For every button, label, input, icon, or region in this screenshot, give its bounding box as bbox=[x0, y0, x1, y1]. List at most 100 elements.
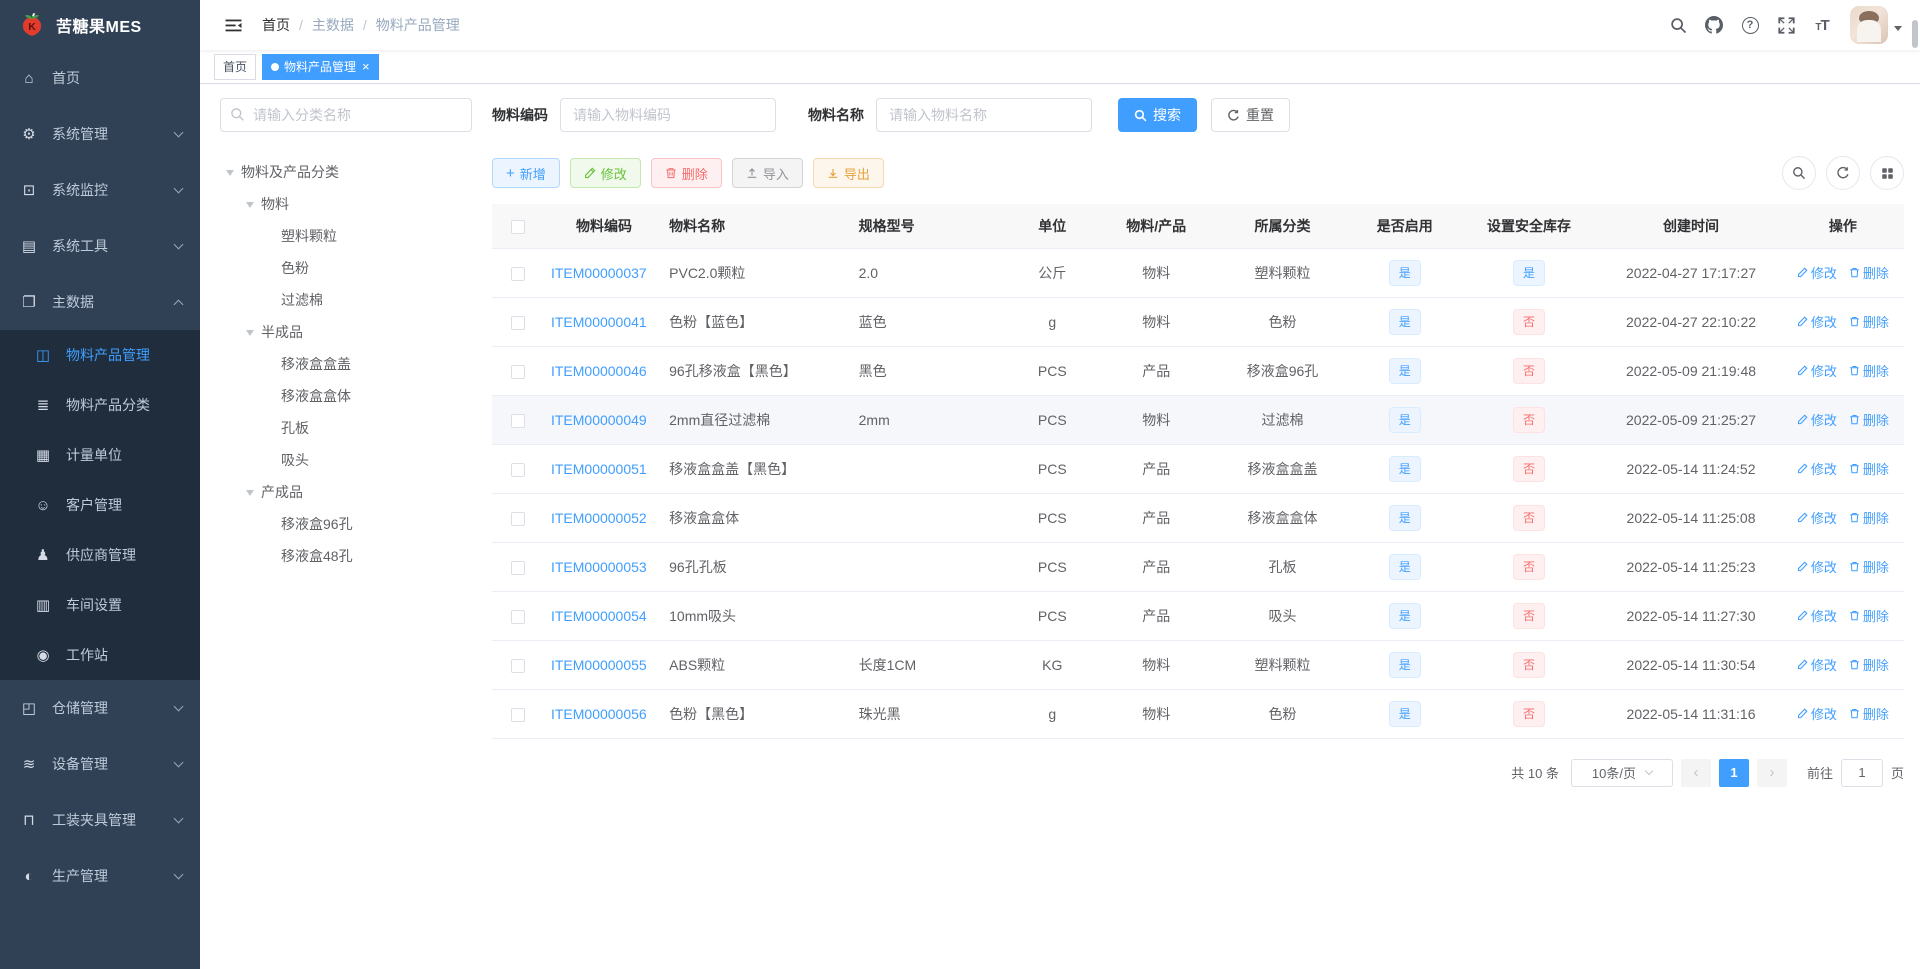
row-delete-button[interactable]: 删除 bbox=[1849, 263, 1889, 282]
row-checkbox[interactable] bbox=[511, 315, 526, 330]
export-button[interactable]: 导出 bbox=[812, 158, 884, 188]
tree-node[interactable]: 吸头 bbox=[220, 444, 472, 476]
sidebar-item-supplier-management[interactable]: ♟ 供应商管理 bbox=[0, 530, 200, 580]
add-button[interactable]: + 新增 bbox=[492, 158, 560, 188]
sidebar-item-tooling-management[interactable]: ⊓ 工装夹具管理 bbox=[0, 792, 200, 848]
sidebar-item-workstation[interactable]: ◉ 工作站 bbox=[0, 630, 200, 680]
page-size-select[interactable]: 10条/页 bbox=[1570, 758, 1673, 787]
tree-node[interactable]: 塑料颗粒 bbox=[220, 220, 472, 252]
caret-down-icon[interactable] bbox=[246, 201, 254, 212]
row-delete-button[interactable]: 删除 bbox=[1849, 606, 1889, 625]
caret-down-icon[interactable] bbox=[1894, 25, 1902, 35]
caret-down-icon[interactable] bbox=[246, 489, 254, 500]
tree-node[interactable]: 过滤棉 bbox=[220, 284, 472, 316]
item-code-link[interactable]: ITEM00000037 bbox=[551, 265, 647, 281]
row-edit-button[interactable]: 修改 bbox=[1797, 508, 1837, 527]
import-button[interactable]: 导入 bbox=[731, 158, 803, 188]
select-all-checkbox[interactable] bbox=[511, 219, 526, 234]
sidebar-item-equipment-management[interactable]: ≋ 设备管理 bbox=[0, 736, 200, 792]
tree-node[interactable]: 移液盒48孔 bbox=[220, 540, 472, 572]
row-edit-button[interactable]: 修改 bbox=[1797, 557, 1837, 576]
breadcrumb-home[interactable]: 首页 bbox=[262, 15, 290, 35]
question-icon[interactable]: ? bbox=[1732, 0, 1768, 50]
sidebar-item-material-product-management[interactable]: ◫ 物料产品管理 bbox=[0, 330, 200, 380]
row-delete-button[interactable]: 删除 bbox=[1849, 508, 1889, 527]
sidebar-item-system-monitor[interactable]: ⊡ 系统监控 bbox=[0, 162, 200, 218]
row-delete-button[interactable]: 删除 bbox=[1849, 557, 1889, 576]
sidebar-item-home[interactable]: ⌂ 首页 bbox=[0, 50, 200, 106]
row-checkbox[interactable] bbox=[511, 413, 526, 428]
row-edit-button[interactable]: 修改 bbox=[1797, 312, 1837, 331]
tree-node[interactable]: 孔板 bbox=[220, 412, 472, 444]
item-code-link[interactable]: ITEM00000046 bbox=[551, 363, 647, 379]
app-logo[interactable]: K 苦糖果MES bbox=[0, 0, 200, 50]
tree-node[interactable]: 产成品 bbox=[220, 476, 472, 508]
category-search-input[interactable] bbox=[220, 98, 472, 132]
sidebar-item-production-management[interactable]: ◐ 生产管理 bbox=[0, 848, 200, 904]
item-code-link[interactable]: ITEM00000053 bbox=[551, 559, 647, 575]
sidebar-item-workshop-settings[interactable]: ▥ 车间设置 bbox=[0, 580, 200, 630]
row-checkbox[interactable] bbox=[511, 364, 526, 379]
sidebar-item-master-data[interactable]: ❐ 主数据 bbox=[0, 274, 200, 330]
search-button[interactable]: 搜索 bbox=[1118, 98, 1197, 132]
tree-node[interactable]: 移液盒96孔 bbox=[220, 508, 472, 540]
item-code-link[interactable]: ITEM00000054 bbox=[551, 608, 647, 624]
avatar[interactable] bbox=[1850, 6, 1888, 44]
row-checkbox[interactable] bbox=[511, 462, 526, 477]
close-icon[interactable]: × bbox=[362, 60, 370, 73]
github-icon[interactable] bbox=[1696, 0, 1732, 50]
show-search-toggle-button[interactable] bbox=[1782, 156, 1816, 190]
item-code-link[interactable]: ITEM00000055 bbox=[551, 657, 647, 673]
row-checkbox[interactable] bbox=[511, 266, 526, 281]
caret-down-icon[interactable] bbox=[226, 169, 234, 180]
search-icon[interactable] bbox=[1660, 0, 1696, 50]
tree-node[interactable]: 半成品 bbox=[220, 316, 472, 348]
caret-down-icon[interactable] bbox=[246, 329, 254, 340]
row-delete-button[interactable]: 删除 bbox=[1849, 410, 1889, 429]
sidebar-item-system-tools[interactable]: ▤ 系统工具 bbox=[0, 218, 200, 274]
item-code-link[interactable]: ITEM00000041 bbox=[551, 314, 647, 330]
row-checkbox[interactable] bbox=[511, 658, 526, 673]
item-code-link[interactable]: ITEM00000052 bbox=[551, 510, 647, 526]
next-page-button[interactable]: › bbox=[1756, 758, 1787, 787]
item-code-link[interactable]: ITEM00000051 bbox=[551, 461, 647, 477]
row-delete-button[interactable]: 删除 bbox=[1849, 361, 1889, 380]
tree-node[interactable]: 物料 bbox=[220, 188, 472, 220]
row-delete-button[interactable]: 删除 bbox=[1849, 459, 1889, 478]
row-checkbox[interactable] bbox=[511, 560, 526, 575]
sidebar-item-measure-unit[interactable]: ▦ 计量单位 bbox=[0, 430, 200, 480]
row-edit-button[interactable]: 修改 bbox=[1797, 361, 1837, 380]
edit-button[interactable]: 修改 bbox=[569, 158, 641, 188]
tab[interactable]: 首页 × bbox=[214, 53, 257, 80]
page-1-button[interactable]: 1 bbox=[1718, 758, 1749, 787]
row-edit-button[interactable]: 修改 bbox=[1797, 410, 1837, 429]
fullscreen-icon[interactable] bbox=[1768, 0, 1804, 50]
row-edit-button[interactable]: 修改 bbox=[1797, 655, 1837, 674]
tree-node[interactable]: 色粉 bbox=[220, 252, 472, 284]
row-delete-button[interactable]: 删除 bbox=[1849, 704, 1889, 723]
row-edit-button[interactable]: 修改 bbox=[1797, 606, 1837, 625]
hamburger-icon[interactable] bbox=[216, 0, 250, 50]
name-filter-input[interactable] bbox=[876, 98, 1092, 132]
sidebar-item-system-management[interactable]: ⚙ 系统管理 bbox=[0, 106, 200, 162]
item-code-link[interactable]: ITEM00000056 bbox=[551, 706, 647, 722]
sidebar-item-material-product-category[interactable]: ≣ 物料产品分类 bbox=[0, 380, 200, 430]
column-settings-button[interactable] bbox=[1870, 156, 1904, 190]
refresh-button[interactable] bbox=[1826, 156, 1860, 190]
row-edit-button[interactable]: 修改 bbox=[1797, 263, 1837, 282]
row-edit-button[interactable]: 修改 bbox=[1797, 704, 1837, 723]
scrollbar-thumb[interactable] bbox=[1912, 20, 1918, 48]
code-filter-input[interactable] bbox=[560, 98, 776, 132]
reset-button[interactable]: 重置 bbox=[1211, 98, 1290, 132]
sidebar-item-customer-management[interactable]: ☺ 客户管理 bbox=[0, 480, 200, 530]
row-checkbox[interactable] bbox=[511, 609, 526, 624]
tab[interactable]: 物料产品管理 × bbox=[262, 53, 379, 80]
delete-button[interactable]: 删除 bbox=[650, 158, 722, 188]
goto-page-input[interactable] bbox=[1840, 758, 1883, 787]
row-checkbox[interactable] bbox=[511, 511, 526, 526]
row-delete-button[interactable]: 删除 bbox=[1849, 312, 1889, 331]
sidebar-item-warehouse-management[interactable]: ◰ 仓储管理 bbox=[0, 680, 200, 736]
row-checkbox[interactable] bbox=[511, 707, 526, 722]
row-edit-button[interactable]: 修改 bbox=[1797, 459, 1837, 478]
row-delete-button[interactable]: 删除 bbox=[1849, 655, 1889, 674]
